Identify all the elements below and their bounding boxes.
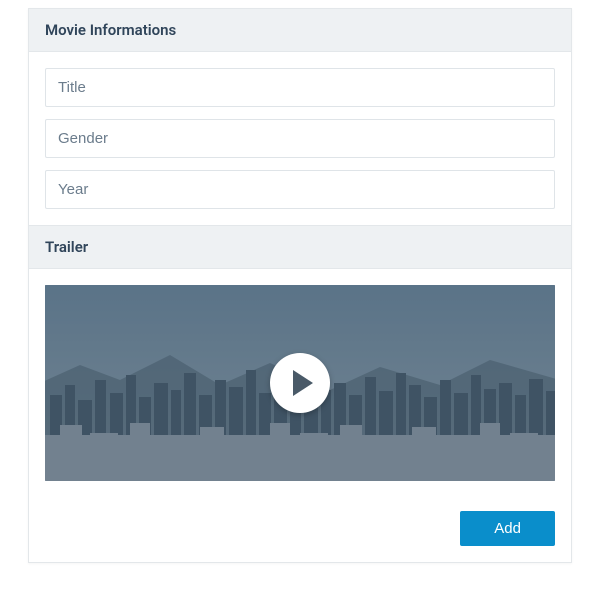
- trailer-preview: [45, 285, 555, 481]
- play-button[interactable]: [270, 353, 330, 413]
- info-body: [29, 52, 571, 225]
- movie-form-card: Movie Informations Trailer: [28, 8, 572, 563]
- trailer-body: [29, 269, 571, 497]
- gender-input[interactable]: [45, 119, 555, 158]
- section-header-trailer: Trailer: [29, 225, 571, 269]
- year-input[interactable]: [45, 170, 555, 209]
- play-icon: [293, 370, 313, 396]
- section-header-info: Movie Informations: [29, 9, 571, 52]
- form-footer: Add: [29, 497, 571, 562]
- title-input[interactable]: [45, 68, 555, 107]
- add-button[interactable]: Add: [460, 511, 555, 546]
